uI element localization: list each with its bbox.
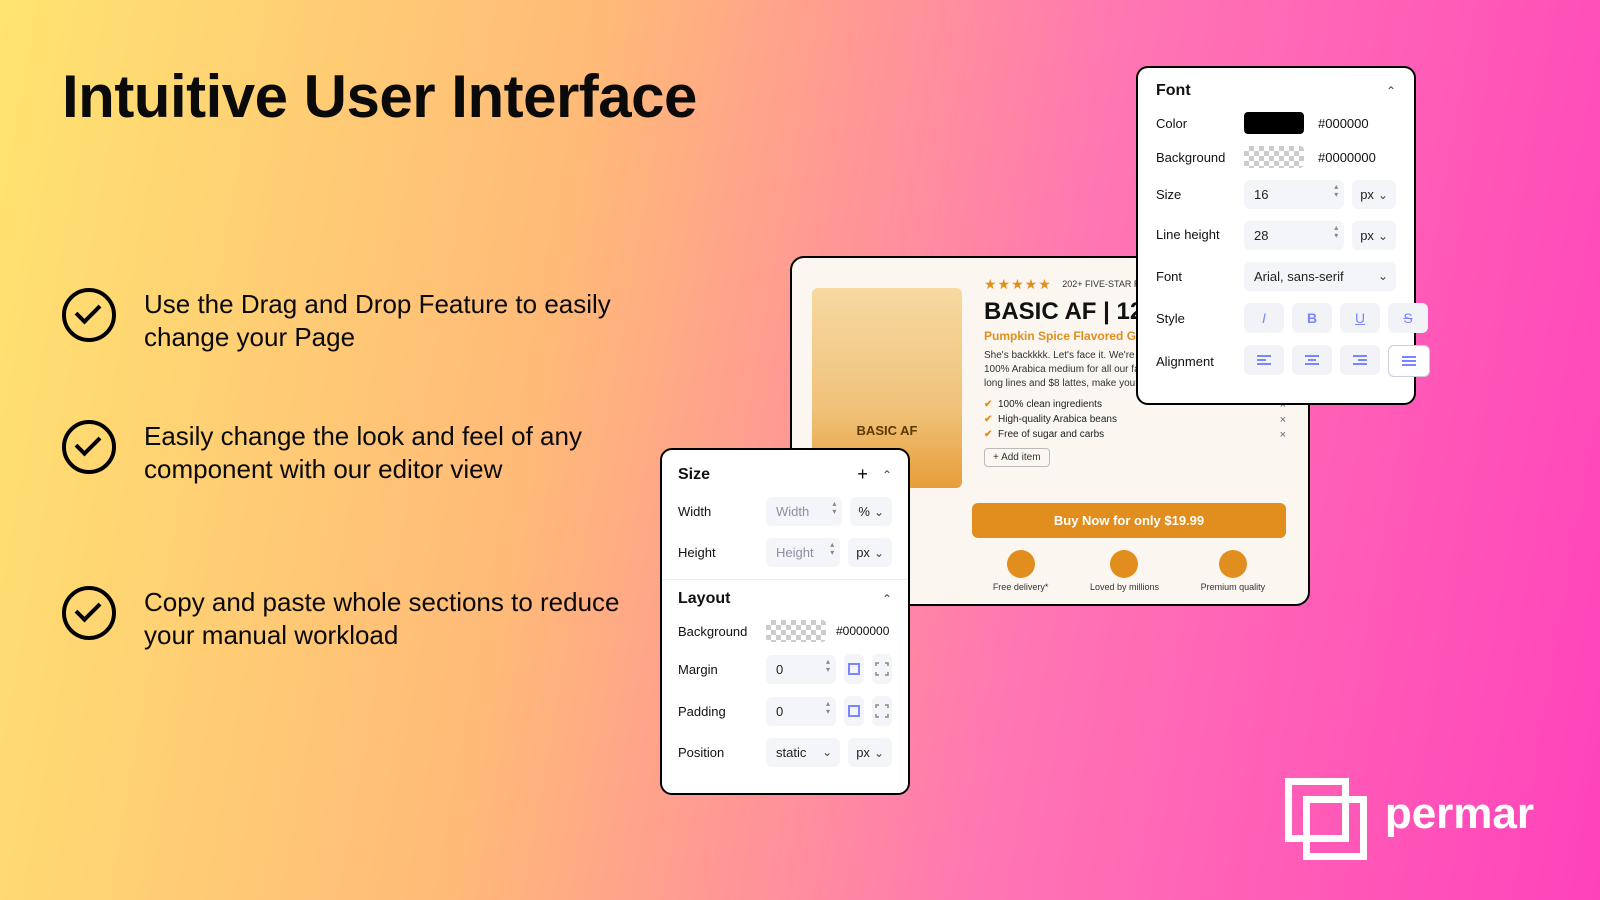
italic-button[interactable]: I	[1244, 303, 1284, 333]
stepper-icon[interactable]: ▴▾	[826, 658, 830, 674]
size-unit-select[interactable]: px⌄	[1352, 180, 1396, 209]
page-title: Intuitive User Interface	[62, 62, 697, 131]
bullet-text: High-quality Arabica beans	[998, 414, 1117, 425]
background-swatch[interactable]	[766, 620, 826, 642]
position-select[interactable]: static⌄	[766, 738, 840, 767]
width-input[interactable]: Width▴▾	[766, 497, 842, 526]
height-input[interactable]: Height▴▾	[766, 538, 840, 567]
bold-button[interactable]: B	[1292, 303, 1332, 333]
feature-item-2: Easily change the look and feel of any c…	[62, 420, 622, 485]
check-icon	[62, 586, 116, 640]
align-justify-button[interactable]	[1388, 345, 1430, 377]
section-title-font: Font	[1156, 82, 1191, 100]
size-label: Size	[1156, 187, 1244, 202]
chevron-down-icon: ⌄	[1378, 269, 1388, 283]
margin-link-icon[interactable]	[844, 654, 864, 684]
background-value: #0000000	[1318, 150, 1376, 165]
feature-item-1: Use the Drag and Drop Feature to easily …	[62, 288, 622, 353]
width-unit-select[interactable]: %⌄	[850, 497, 892, 526]
underline-button[interactable]: U	[1340, 303, 1380, 333]
section-title-size: Size	[678, 466, 710, 484]
check-icon	[62, 420, 116, 474]
add-item-button[interactable]: + Add item	[984, 448, 1050, 467]
check-icon: ✔	[984, 399, 998, 410]
logo-icon	[1285, 778, 1357, 850]
background-label: Background	[1156, 150, 1244, 165]
product-bullets: ✔100% clean ingredients× ✔High-quality A…	[984, 399, 1286, 440]
close-icon[interactable]: ×	[1280, 414, 1286, 426]
line-height-unit-select[interactable]: px⌄	[1352, 221, 1396, 250]
margin-label: Margin	[678, 662, 766, 677]
section-title-layout: Layout	[678, 590, 730, 608]
badge-delivery: Free delivery*	[993, 550, 1049, 592]
brand-name: permar	[1385, 789, 1534, 839]
align-left-button[interactable]	[1244, 345, 1284, 375]
color-swatch[interactable]	[1244, 112, 1304, 134]
buy-button[interactable]: Buy Now for only $19.99	[972, 503, 1286, 538]
background-value: #0000000	[836, 624, 889, 638]
feature-text: Copy and paste whole sections to reduce …	[144, 586, 622, 651]
padding-expand-icon[interactable]	[872, 696, 892, 726]
star-icon: ★★★★★	[984, 276, 1052, 293]
alignment-label: Alignment	[1156, 354, 1244, 369]
stepper-icon[interactable]: ▴▾	[1334, 183, 1338, 199]
line-height-label: Line height	[1156, 228, 1244, 242]
feature-text: Easily change the look and feel of any c…	[144, 420, 622, 485]
font-label: Font	[1156, 269, 1244, 284]
background-label: Background	[678, 624, 766, 639]
line-height-input[interactable]: 28▴▾	[1244, 221, 1344, 250]
badge-quality: Premium quality	[1201, 550, 1266, 592]
height-label: Height	[678, 545, 766, 560]
align-center-button[interactable]	[1292, 345, 1332, 375]
padding-input[interactable]: 0▴▾	[766, 697, 836, 726]
size-input[interactable]: 16▴▾	[1244, 180, 1344, 209]
font-family-select[interactable]: Arial, sans-serif⌄	[1244, 262, 1396, 291]
award-icon	[1219, 550, 1247, 578]
check-icon: ✔	[984, 414, 998, 425]
strikethrough-button[interactable]: S	[1388, 303, 1428, 333]
chevron-down-icon: ⌄	[1378, 229, 1388, 243]
check-icon	[62, 288, 116, 342]
close-icon[interactable]: ×	[1280, 429, 1286, 441]
plus-icon[interactable]: +	[857, 464, 868, 485]
stepper-icon[interactable]: ▴▾	[1334, 224, 1338, 240]
chevron-down-icon: ⌄	[874, 505, 884, 519]
check-icon: ✔	[984, 429, 998, 440]
stepper-icon[interactable]: ▴▾	[830, 541, 834, 557]
chevron-down-icon: ⌄	[874, 746, 884, 760]
padding-link-icon[interactable]	[844, 696, 864, 726]
background-swatch[interactable]	[1244, 146, 1304, 168]
padding-label: Padding	[678, 704, 766, 719]
truck-icon	[1007, 550, 1035, 578]
height-unit-select[interactable]: px⌄	[848, 538, 892, 567]
bullet-text: Free of sugar and carbs	[998, 429, 1104, 440]
chevron-up-icon[interactable]: ⌃	[882, 468, 892, 482]
color-value: #000000	[1318, 116, 1369, 131]
marketing-slide: Intuitive User Interface Use the Drag an…	[0, 0, 1600, 900]
heart-icon	[1110, 550, 1138, 578]
chevron-down-icon: ⌄	[874, 546, 884, 560]
feature-text: Use the Drag and Drop Feature to easily …	[144, 288, 622, 353]
brand-logo: permar	[1285, 778, 1534, 850]
margin-input[interactable]: 0▴▾	[766, 655, 836, 684]
chevron-up-icon[interactable]: ⌃	[882, 592, 892, 606]
chevron-down-icon: ⌄	[1378, 188, 1388, 202]
size-panel: Size + ⌃ Width Width▴▾ %⌄ Height Height▴…	[660, 448, 910, 795]
width-label: Width	[678, 504, 766, 519]
stepper-icon[interactable]: ▴▾	[832, 500, 836, 516]
margin-expand-icon[interactable]	[872, 654, 892, 684]
position-unit-select[interactable]: px⌄	[848, 738, 892, 767]
stepper-icon[interactable]: ▴▾	[826, 700, 830, 716]
align-right-button[interactable]	[1340, 345, 1380, 375]
font-panel: Font ⌃ Color #000000 Background #0000000…	[1136, 66, 1416, 405]
chevron-up-icon[interactable]: ⌃	[1386, 84, 1396, 98]
chevron-down-icon: ⌄	[822, 745, 832, 759]
position-label: Position	[678, 745, 766, 760]
style-label: Style	[1156, 311, 1244, 326]
badge-loved: Loved by millions	[1090, 550, 1159, 592]
bullet-text: 100% clean ingredients	[998, 399, 1102, 410]
color-label: Color	[1156, 116, 1244, 131]
feature-item-3: Copy and paste whole sections to reduce …	[62, 586, 622, 651]
